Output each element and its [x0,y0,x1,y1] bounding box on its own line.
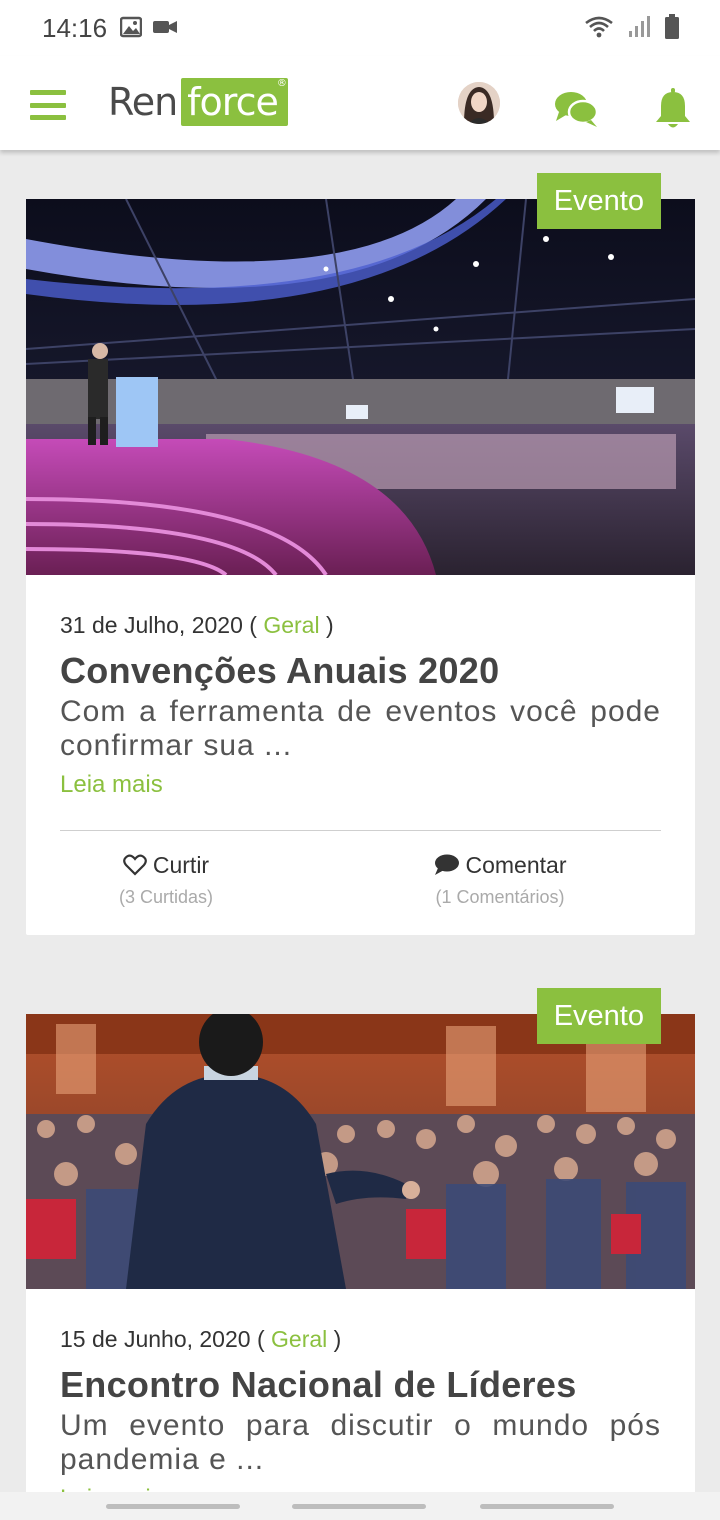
like-count: (3 Curtidas) [118,887,214,907]
gallery-icon [120,16,142,38]
logo-text-right: force ® [181,78,288,126]
post-type-badge: Evento [536,173,661,229]
comment-count: (1 Comentários) [435,887,565,907]
comment-button[interactable]: Comentar (1 Comentários) [406,849,594,908]
read-more-link[interactable]: Leia mais [60,767,163,803]
post-date: 31 de Julho, 2020 [60,612,243,638]
post-image[interactable] [26,1014,695,1289]
like-button[interactable]: Curtir (3 Curtidas) [96,849,236,908]
post-category[interactable]: Geral [263,612,319,638]
logo-text-left: Ren [108,80,178,124]
post-meta: 31 de Julho, 2020 ( Geral ) [60,612,334,638]
post-card[interactable]: Evento 31 de Julho, 2020 ( Geral ) Conve… [26,173,695,935]
post-card[interactable]: Evento 15 de Junho, 2020 ( Geral ) Encon… [26,988,695,1520]
leaders-meeting-photo [26,1014,695,1289]
battery-icon [665,14,679,39]
nav-back-gesture[interactable] [480,1504,614,1509]
notifications-button[interactable] [654,88,692,130]
nav-home-gesture[interactable] [292,1504,426,1509]
wifi-icon [585,16,613,38]
comment-label: Comentar [465,851,567,878]
chat-button[interactable] [553,90,599,128]
bell-icon [656,88,690,128]
signal-icon [629,16,650,37]
post-date: 15 de Junho, 2020 [60,1326,251,1352]
menu-button[interactable] [30,90,66,120]
logo-registered-mark: ® [276,78,287,89]
divider [60,830,661,831]
post-type-badge: Evento [536,988,661,1044]
avatar[interactable] [458,82,500,124]
post-excerpt: Com a ferramenta de eventos você pode co… [60,695,661,762]
post-category[interactable]: Geral [271,1326,327,1352]
system-navigation-bar [0,1492,720,1520]
status-time: 14:16 [42,13,108,43]
menu-icon [30,90,66,95]
status-bar: 14:16 [0,0,720,56]
nav-recents-gesture[interactable] [106,1504,240,1509]
post-body: 15 de Junho, 2020 ( Geral ) Encontro Nac… [60,1323,661,1517]
like-label: Curtir [152,851,210,878]
comment-icon [434,854,459,875]
convention-hall-photo [26,199,695,575]
app-logo[interactable]: Ren force ® [108,78,288,126]
video-icon [153,21,177,33]
post-title[interactable]: Encontro Nacional de Líderes [60,1361,661,1409]
post-body: 31 de Julho, 2020 ( Geral ) Convenções A… [60,609,661,803]
post-meta: 15 de Junho, 2020 ( Geral ) [60,1326,342,1352]
status-left-icons [120,16,178,38]
chat-icon [555,92,599,127]
post-title[interactable]: Convenções Anuais 2020 [60,647,661,695]
avatar-image [458,82,500,124]
heart-icon [123,854,147,876]
app-header: Ren force ® [0,56,720,150]
post-image[interactable] [26,199,695,575]
post-excerpt: Um evento para discutir o mundo pós pand… [60,1409,661,1476]
status-right-icons [584,14,680,40]
